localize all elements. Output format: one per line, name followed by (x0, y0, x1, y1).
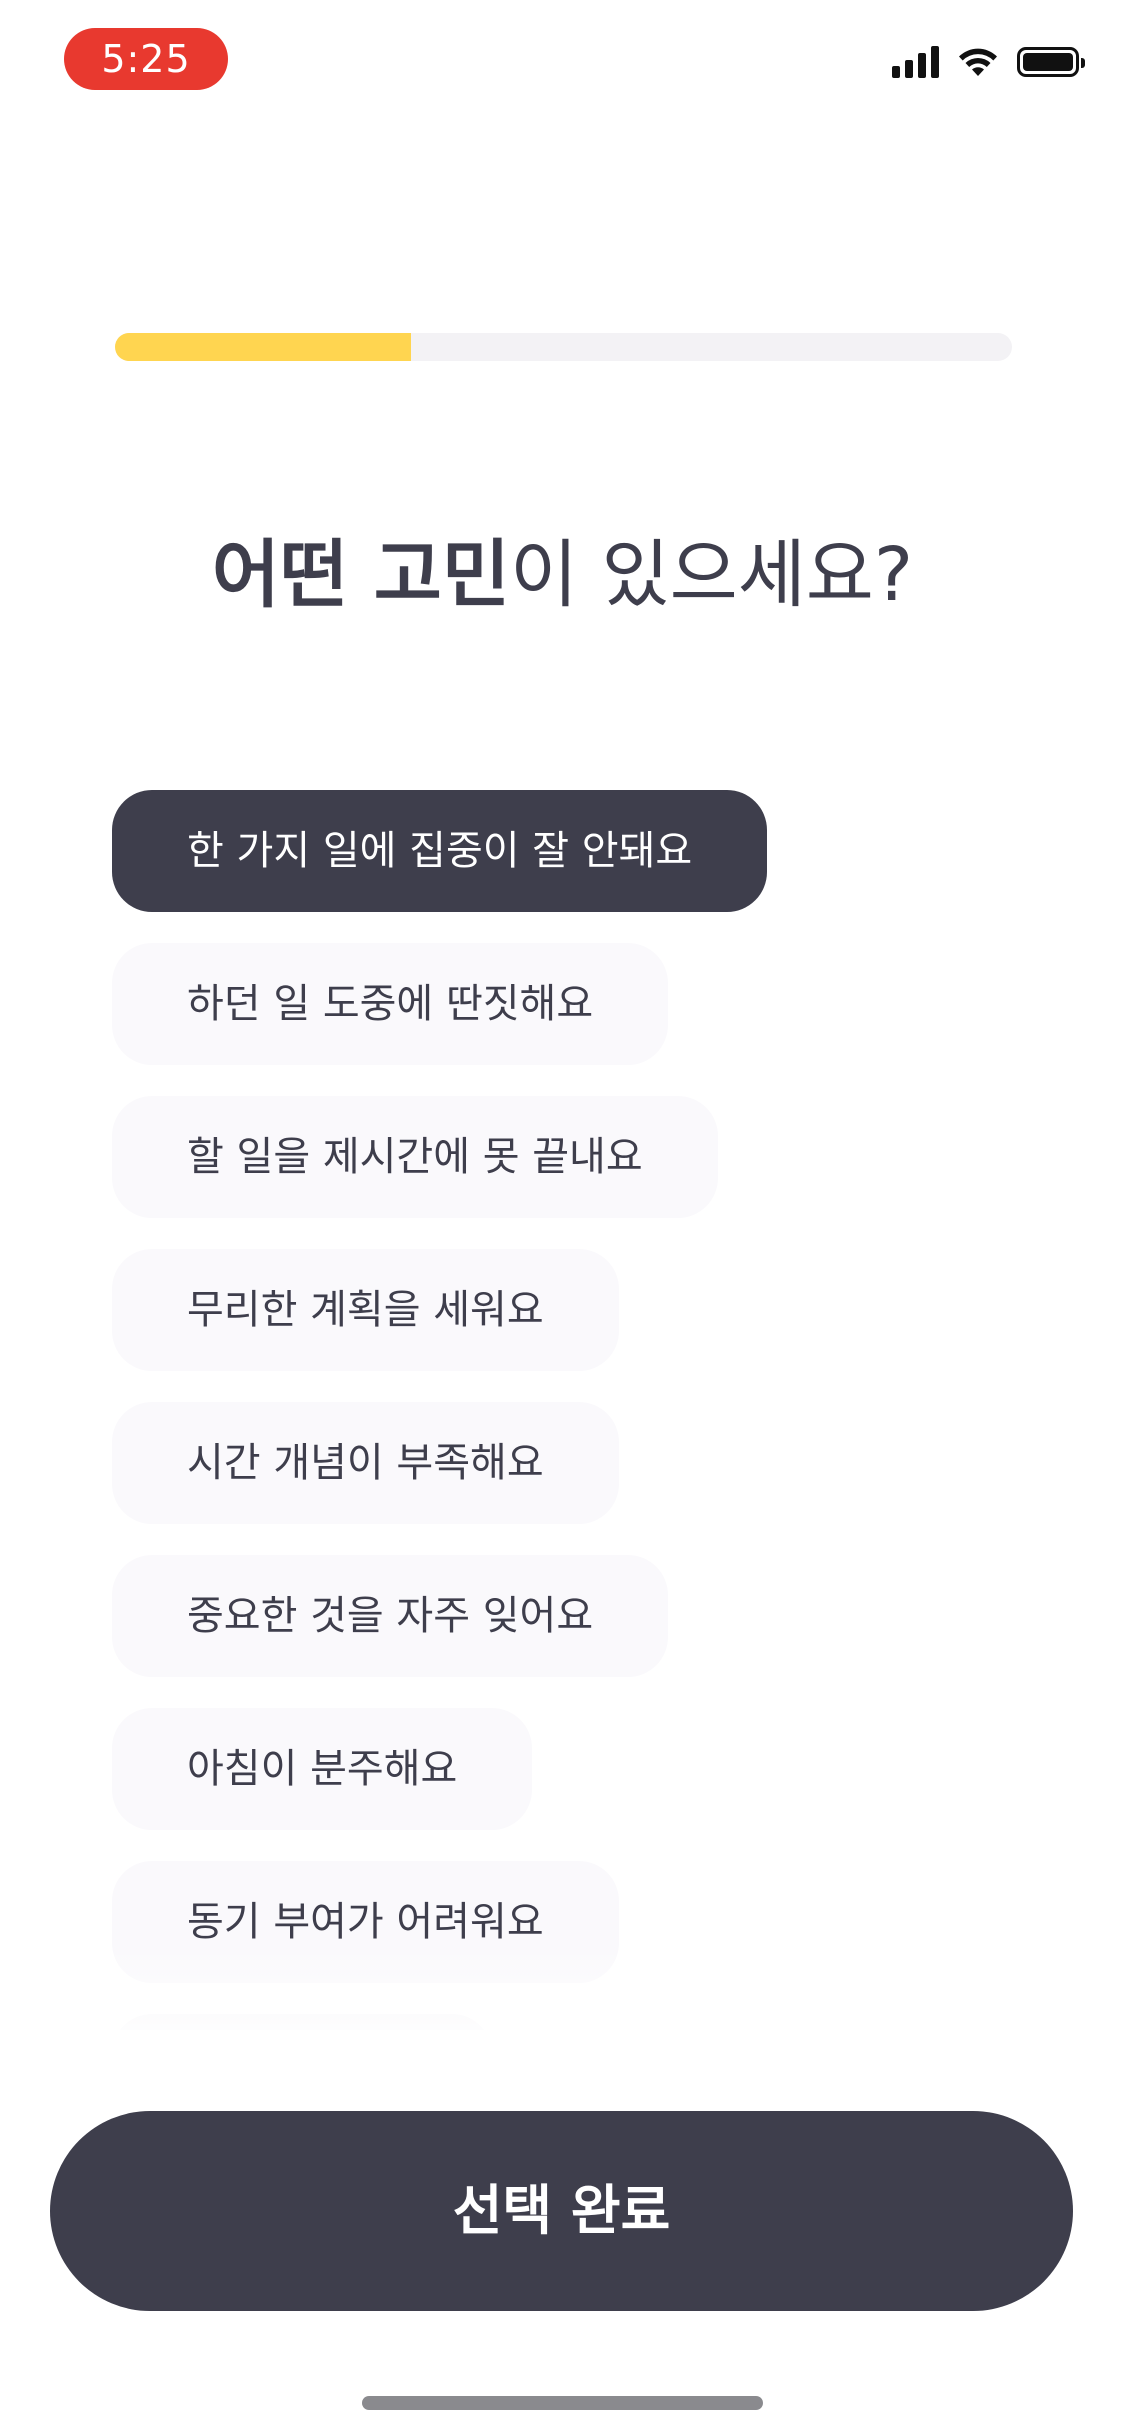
option-chip[interactable]: 할 일을 제시간에 못 끝내요 (112, 1096, 718, 1218)
wifi-icon (959, 48, 997, 76)
option-chip[interactable]: 시간 개념이 부족해요 (112, 1402, 619, 1524)
option-chip[interactable]: 한 가지 일에 집중이 잘 안돼요 (112, 790, 768, 912)
progress-fill (115, 333, 411, 361)
page-title-rest: 이 있으세요? (509, 532, 914, 618)
concern-options-list[interactable]: 한 가지 일에 집중이 잘 안돼요 하던 일 도중에 딴짓해요 할 일을 제시간… (112, 790, 1012, 2030)
option-chip[interactable]: 중요한 것을 자주 잊어요 (112, 1555, 669, 1677)
battery-icon (1017, 47, 1085, 77)
cellular-signal-icon (892, 46, 939, 78)
status-time: 5:25 (64, 28, 228, 90)
page-title-emphasis: 어떤 고민 (211, 532, 510, 618)
option-chip[interactable]: 아침이 분주해요 (112, 1708, 533, 1830)
home-indicator[interactable] (362, 2396, 763, 2410)
list-fade-overlay (0, 1945, 1125, 2105)
confirm-selection-button[interactable]: 선택 완료 (50, 2111, 1073, 2311)
option-chip[interactable]: 무리한 계획을 세워요 (112, 1249, 619, 1371)
page-title: 어떤 고민이 있으세요? (0, 525, 1125, 625)
option-chip[interactable]: 하던 일 도중에 딴짓해요 (112, 943, 669, 1065)
progress-bar (115, 333, 1012, 361)
status-icons (892, 46, 1085, 78)
